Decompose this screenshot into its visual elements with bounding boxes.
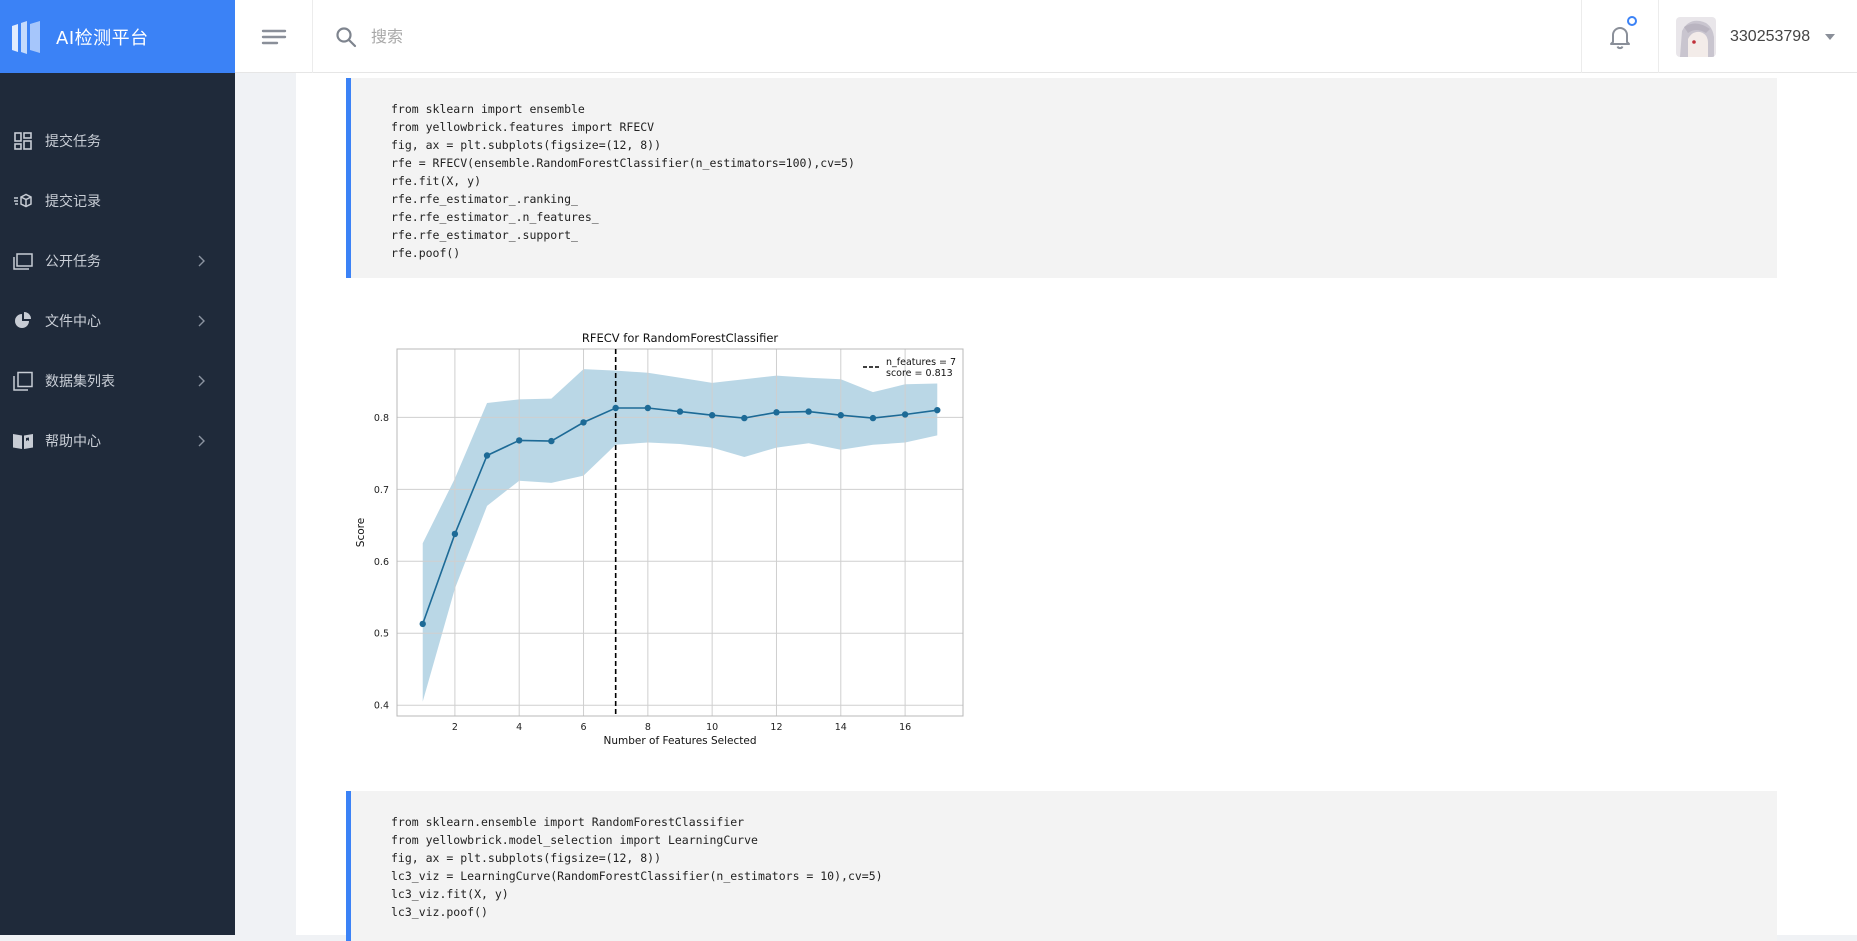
search-icon[interactable] (335, 26, 357, 48)
x-tick-label: 14 (835, 722, 847, 733)
sidebar-item-label: 提交记录 (45, 194, 101, 210)
box-list-icon (12, 190, 34, 212)
sidebar-item-public-tasks[interactable]: 公开任务 (0, 231, 235, 291)
legend-text-score: score = 0.813 (886, 368, 953, 379)
code-line: rfe.rfe_estimator_.ranking_ (391, 192, 578, 206)
x-tick-label: 10 (706, 722, 718, 733)
brand-title: AI检测平台 (56, 27, 149, 49)
data-point (483, 452, 491, 459)
sidebar: AI检测平台 提交任务 提交记录 公开任务 文件中心 数据集列表 帮助中心 (0, 0, 235, 935)
sidebar-item-label: 提交任务 (45, 134, 101, 150)
code-line: rfe = RFECV(ensemble.RandomForestClassif… (391, 156, 855, 170)
y-tick-label: 0.8 (374, 413, 389, 424)
chart-xlabel: Number of Features Selected (604, 735, 757, 747)
sidebar-menu: 提交任务 提交记录 公开任务 文件中心 数据集列表 帮助中心 (0, 111, 235, 471)
x-tick-label: 8 (645, 722, 651, 733)
data-point (741, 414, 748, 422)
sidebar-item-label: 公开任务 (45, 254, 101, 270)
copy-icon (12, 370, 34, 392)
logo-icon (12, 20, 40, 54)
code-cell-learning-curve[interactable]: from sklearn.ensemble import RandomFores… (346, 791, 1777, 941)
data-point (644, 404, 652, 412)
code-line: lc3_viz.fit(X, y) (391, 887, 509, 901)
chart-legend: n_features = 7 score = 0.813 (863, 357, 956, 379)
x-tick-label: 2 (452, 722, 458, 733)
code-line: lc3_viz.poof() (391, 905, 488, 919)
book-icon (12, 430, 34, 452)
notifications-button[interactable] (1581, 0, 1659, 73)
score-confidence-band (422, 369, 938, 702)
folder-stack-icon (12, 250, 34, 272)
code-line: from sklearn.ensemble import RandomFores… (391, 815, 745, 829)
sidebar-item-file-center[interactable]: 文件中心 (0, 291, 235, 351)
x-tick-label: 6 (580, 722, 586, 733)
rfecv-chart: 2 4 6 8 10 12 14 16 0.4 0.5 0.6 0.7 0.8 RFECV for Ra… (336, 302, 1086, 802)
data-point (612, 404, 619, 412)
code-line: from yellowbrick.features import RFECV (391, 120, 655, 134)
code-line: lc3_viz = LearningCurve(RandomForestClas… (391, 869, 883, 883)
caret-down-icon[interactable] (1824, 33, 1836, 41)
code-line: fig, ax = plt.subplots(figsize=(12, 8)) (391, 851, 662, 865)
sidebar-item-help-center[interactable]: 帮助中心 (0, 411, 235, 471)
chart-title: RFECV for RandomForestClassifier (582, 331, 779, 345)
chevron-right-icon (195, 435, 207, 447)
chart-svg: 2 4 6 8 10 12 14 16 0.4 0.5 0.6 0.7 0.8 RFECV for Ra… (355, 331, 964, 747)
data-point (901, 411, 909, 418)
sidebar-item-submit-records[interactable]: 提交记录 (0, 171, 235, 231)
y-tick-label: 0.4 (374, 701, 389, 712)
dashboard-icon (12, 130, 34, 152)
sidebar-item-submit-task[interactable]: 提交任务 (0, 111, 235, 171)
data-point (805, 408, 812, 415)
data-point (516, 437, 523, 444)
data-point (451, 530, 459, 538)
search-input[interactable] (371, 27, 1171, 46)
code-line: from yellowbrick.model_selection import … (391, 833, 758, 847)
code-line: rfe.fit(X, y) (391, 174, 482, 188)
hamburger-icon (261, 29, 286, 44)
data-point (548, 437, 555, 445)
search-bar (313, 0, 1171, 73)
menu-toggle-button[interactable] (235, 0, 313, 73)
data-point (580, 419, 587, 426)
code-line: rfe.poof() (391, 246, 461, 260)
notebook-panel: from sklearn import ensemble from yellow… (296, 73, 1857, 941)
y-tick-label: 0.5 (374, 629, 389, 640)
code-line: from sklearn import ensemble (391, 102, 585, 116)
chevron-right-icon (195, 315, 207, 327)
chart-ylabel: Score (355, 518, 367, 547)
data-point (837, 412, 844, 419)
chevron-right-icon (195, 375, 207, 387)
avatar[interactable] (1676, 16, 1716, 57)
sidebar-item-label: 帮助中心 (45, 434, 101, 450)
sidebar-item-dataset-list[interactable]: 数据集列表 (0, 351, 235, 411)
code-line: rfe.rfe_estimator_.n_features_ (391, 210, 599, 224)
data-point (676, 408, 684, 415)
brand-header[interactable]: AI检测平台 (0, 0, 235, 73)
main-content: from sklearn import ensemble from yellow… (235, 73, 1857, 941)
legend-text-n-features: n_features = 7 (886, 357, 956, 368)
sidebar-item-label: 文件中心 (45, 314, 101, 330)
top-header: 330253798 (235, 0, 1857, 73)
data-point (934, 406, 941, 414)
x-tick-label: 12 (770, 722, 782, 733)
code-line: rfe.rfe_estimator_.support_ (391, 228, 578, 242)
user-menu[interactable]: 330253798 (1676, 0, 1836, 73)
notification-badge (1627, 16, 1637, 26)
y-tick-label: 0.6 (374, 557, 389, 568)
username: 330253798 (1730, 27, 1811, 45)
x-tick-label: 16 (899, 722, 911, 733)
code-line: fig, ax = plt.subplots(figsize=(12, 8)) (391, 138, 662, 152)
x-tick-label: 4 (516, 722, 522, 733)
code-cell-rfecv[interactable]: from sklearn import ensemble from yellow… (346, 78, 1777, 278)
chevron-right-icon (195, 255, 207, 267)
bell-icon (1610, 26, 1630, 49)
data-point (419, 620, 426, 628)
data-point (773, 409, 780, 416)
data-point (869, 414, 877, 422)
sidebar-item-label: 数据集列表 (45, 374, 115, 390)
pie-chart-icon (12, 310, 34, 332)
data-point (708, 412, 716, 419)
y-tick-label: 0.7 (374, 485, 389, 496)
